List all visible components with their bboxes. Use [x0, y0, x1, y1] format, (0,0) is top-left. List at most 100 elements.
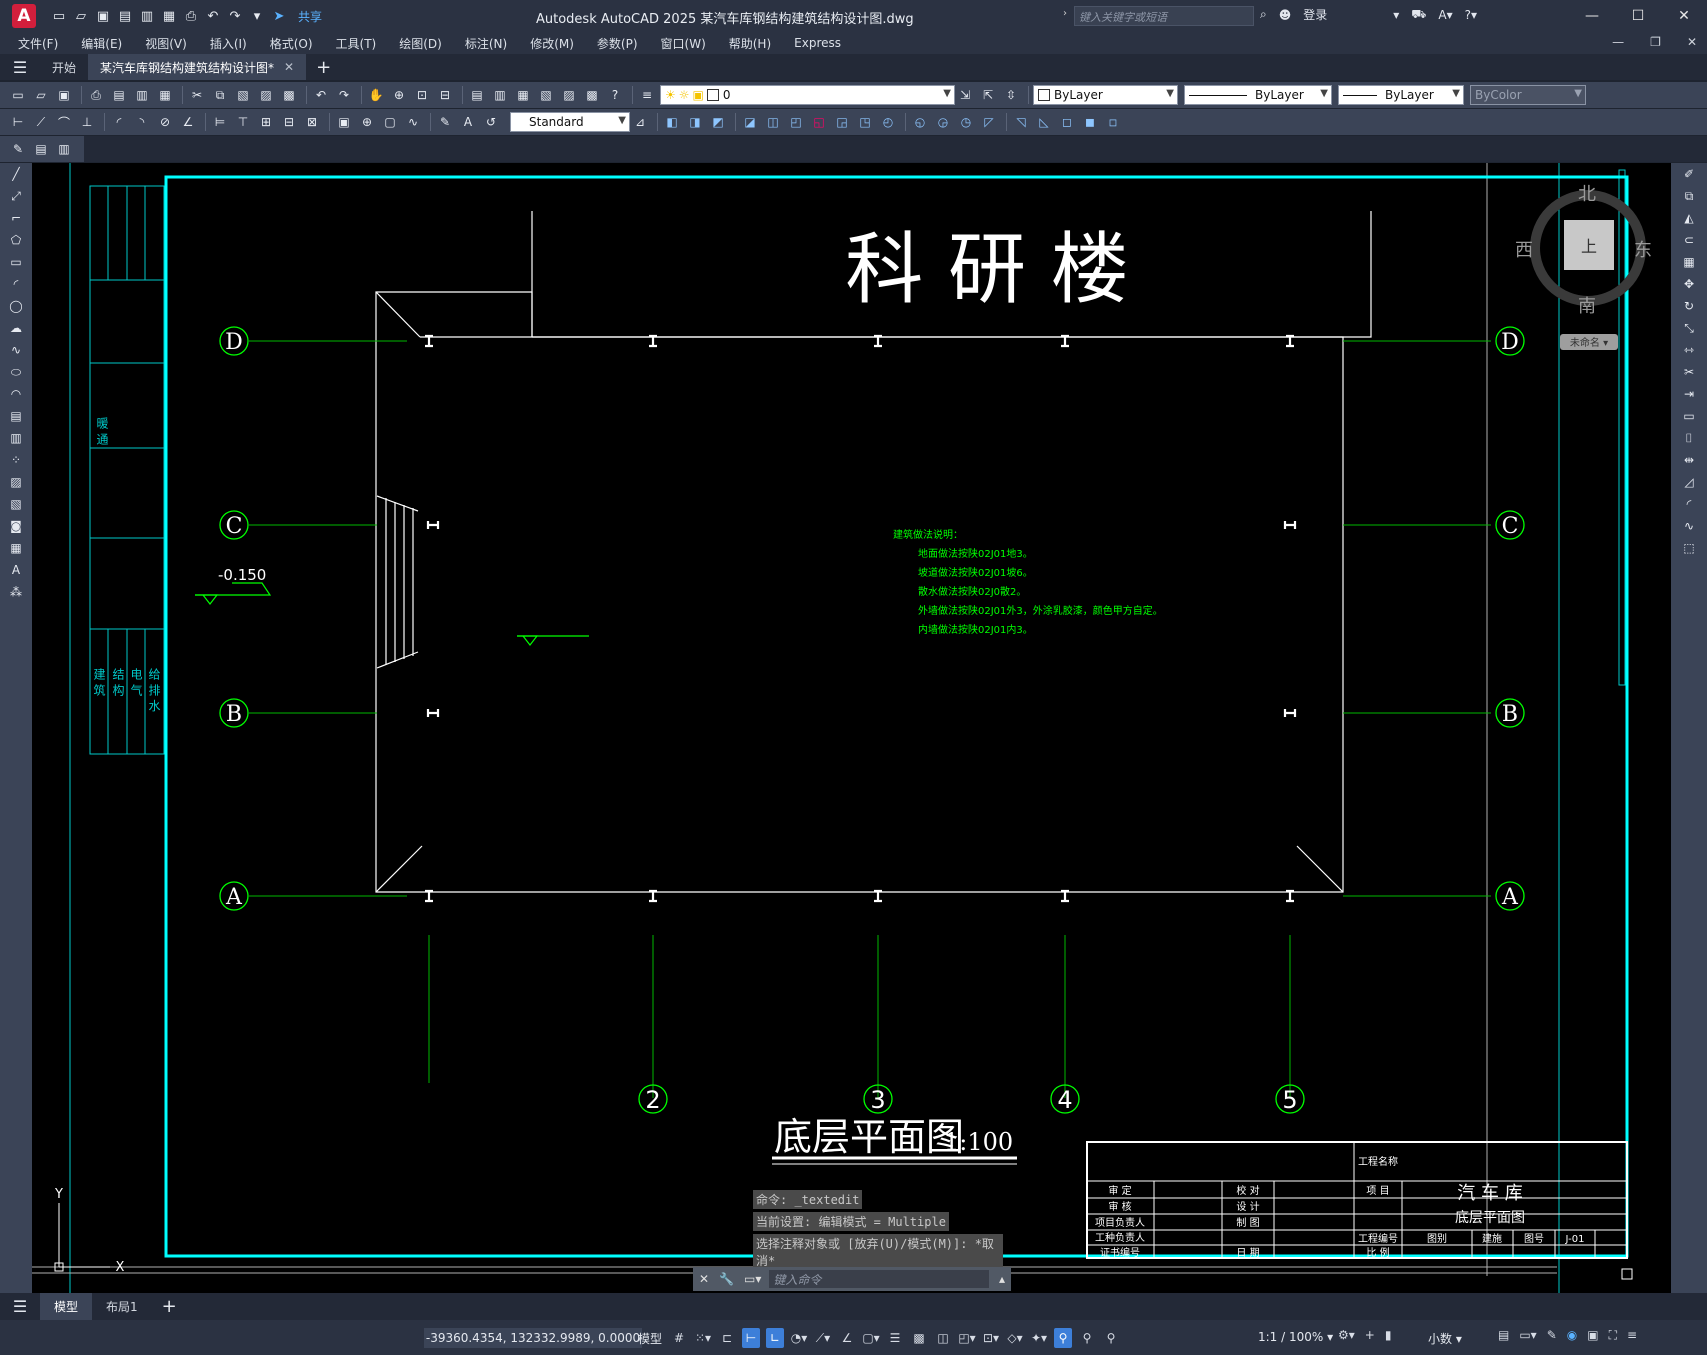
share-label[interactable]: 共享	[298, 8, 322, 25]
hatch-icon[interactable]: ▨	[0, 471, 32, 493]
redo-toolbar-icon[interactable]: ↷	[334, 85, 354, 105]
revision-cloud-icon[interactable]: ☁	[0, 317, 32, 339]
3d-box-icon[interactable]: ◧	[662, 112, 682, 132]
menu-dimension[interactable]: 标注(N)	[465, 35, 507, 52]
quick-dim-icon[interactable]: ⊨	[210, 112, 230, 132]
rectangle-icon[interactable]: ▭	[0, 251, 32, 273]
polar-icon[interactable]: ◔▾	[790, 1328, 808, 1348]
customization-icon[interactable]: ≡	[1627, 1328, 1637, 1343]
menu-express[interactable]: Express	[794, 36, 841, 50]
search-icon[interactable]: ⌕	[1260, 7, 1267, 22]
3d-wedge-icon[interactable]: ◨	[685, 112, 705, 132]
help-icon[interactable]: ?▾	[1465, 8, 1477, 22]
polygon-icon[interactable]: ⬠	[0, 229, 32, 251]
make-current-layer-icon[interactable]: ⇲	[955, 85, 975, 105]
compass-east[interactable]: 东	[1634, 236, 1652, 262]
object-snap-icon[interactable]: ▢▾	[862, 1328, 880, 1348]
extend-icon[interactable]: ⇥	[1671, 383, 1707, 405]
dynamic-input-icon[interactable]: ⊢	[742, 1328, 760, 1348]
customize-command-icon[interactable]: 🔧	[719, 1272, 734, 1286]
user-icon[interactable]: ☻	[1279, 8, 1292, 22]
redo-icon[interactable]: ↷	[226, 7, 244, 25]
array-icon[interactable]: ▦	[1671, 251, 1707, 273]
extrude-icon[interactable]: ◪	[740, 112, 760, 132]
undo-toolbar-icon[interactable]: ↶	[311, 85, 331, 105]
open-web-icon[interactable]: ▥	[138, 7, 156, 25]
login-link[interactable]: 登录	[1303, 6, 1327, 23]
insert-block-icon[interactable]: ▤	[0, 405, 32, 427]
undo-icon[interactable]: ↶	[204, 7, 222, 25]
arc-icon[interactable]: ◜	[0, 273, 32, 295]
viewcube-top-face[interactable]: 上	[1564, 220, 1614, 270]
selection-cycling-icon[interactable]: ◫	[934, 1328, 952, 1348]
copy-object-icon[interactable]: ⧉	[1671, 185, 1707, 207]
pdf-icon[interactable]: ▦	[155, 85, 175, 105]
dim-style-icon[interactable]: ⊿	[630, 112, 650, 132]
minimize-icon[interactable]: —	[1569, 0, 1615, 32]
grid-icon[interactable]: #	[670, 1328, 688, 1348]
color-dropdown[interactable]: ByLayer ▼	[1033, 85, 1178, 105]
blend-icon[interactable]: ∿	[1671, 515, 1707, 537]
annotation-visibility-icon[interactable]: ⚲	[1054, 1328, 1072, 1348]
save-icon[interactable]: ▣	[94, 7, 112, 25]
layer-dropdown[interactable]: ☀ ☼ ▣ 0 ▼	[660, 85, 955, 105]
copy-icon[interactable]: ⧉	[210, 85, 230, 105]
plot-preview-icon[interactable]: ▤	[109, 85, 129, 105]
ucs-object-icon[interactable]: ◽	[1103, 112, 1123, 132]
snap-icon[interactable]: ⁙▾	[694, 1328, 712, 1348]
cut-icon[interactable]: ✂	[187, 85, 207, 105]
gizmo-icon[interactable]: ✦▾	[1030, 1328, 1048, 1348]
angular-dim-icon[interactable]: ∠	[178, 112, 198, 132]
shade-icon[interactable]: ◵	[910, 112, 930, 132]
model-space-button[interactable]: 模型	[638, 1330, 662, 1347]
recent-commands-icon[interactable]: ▭▾	[744, 1272, 761, 1286]
menu-insert[interactable]: 插入(I)	[210, 35, 247, 52]
open-file-icon[interactable]: ▱	[31, 85, 51, 105]
region-icon[interactable]: ◙	[0, 515, 32, 537]
lineweight-icon[interactable]: ☰	[886, 1328, 904, 1348]
ellipse-icon[interactable]: ⬭	[0, 361, 32, 383]
properties-icon[interactable]: ▤	[467, 85, 487, 105]
stretch-icon[interactable]: ⇿	[1671, 339, 1707, 361]
selection-filter-icon[interactable]: ◇▾	[1006, 1328, 1024, 1348]
menu-help[interactable]: 帮助(H)	[729, 35, 771, 52]
dim-break-icon[interactable]: ⊠	[302, 112, 322, 132]
ellipse-arc-icon[interactable]: ◠	[0, 383, 32, 405]
paste-icon[interactable]: ▧	[233, 85, 253, 105]
ordinate-dim-icon[interactable]: ⊥	[77, 112, 97, 132]
compass-south[interactable]: 南	[1578, 292, 1596, 318]
point-icon[interactable]: ⁘	[0, 449, 32, 471]
quick-properties-icon[interactable]: ▤	[1498, 1328, 1509, 1343]
match-properties-icon[interactable]: ▨	[256, 85, 276, 105]
intersect-icon[interactable]: ◲	[832, 112, 852, 132]
arc-length-icon[interactable]: ⌒	[54, 112, 74, 132]
explode-icon[interactable]: ⬚	[1671, 537, 1707, 559]
menu-window[interactable]: 窗口(W)	[661, 35, 706, 52]
linear-dim-icon[interactable]: ⊢	[8, 112, 28, 132]
chevron-right-icon[interactable]: ›	[1063, 8, 1067, 19]
ucs-icon[interactable]: ◹	[1011, 112, 1031, 132]
close-command-icon[interactable]: ✕	[699, 1272, 709, 1286]
infer-constraints-icon[interactable]: ⊏	[718, 1328, 736, 1348]
units-dropdown[interactable]: 小数 ▾	[1428, 1330, 1462, 1347]
materials-icon[interactable]: ◷	[956, 112, 976, 132]
break-at-point-icon[interactable]: ▭	[1671, 405, 1707, 427]
lock-ui-icon[interactable]: ▭▾	[1519, 1328, 1536, 1343]
calculator-icon[interactable]: ▩	[582, 85, 602, 105]
save-as-icon[interactable]: ▤	[116, 7, 134, 25]
pan-icon[interactable]: ✋	[366, 85, 386, 105]
menu-parametric[interactable]: 参数(P)	[597, 35, 638, 52]
viewcube[interactable]: 上 北 南 西 东 未命名 ▾	[1515, 180, 1656, 350]
menu-modify[interactable]: 修改(M)	[530, 35, 574, 52]
aligned-dim-icon[interactable]: ⟋	[31, 112, 51, 132]
annotation-scale-dropdown[interactable]: 1:1 / 100% ▾	[1258, 1330, 1333, 1344]
inspection-icon[interactable]: ▢	[380, 112, 400, 132]
dim-update-icon[interactable]: ↺	[481, 112, 501, 132]
tab-document[interactable]: 某汽车库钢结构建筑结构设计图* ✕	[88, 54, 307, 80]
workspace-icon[interactable]: ⚙▾	[1338, 1328, 1355, 1342]
block-attribute-icon[interactable]: ▤	[31, 139, 51, 159]
lineweight-dropdown[interactable]: ByLayer ▼	[1338, 85, 1464, 105]
jogged-dim-icon[interactable]: ◝	[132, 112, 152, 132]
object-snap-tracking-icon[interactable]: ∠	[838, 1328, 856, 1348]
annotation-monitor-icon[interactable]: +	[1365, 1328, 1375, 1342]
